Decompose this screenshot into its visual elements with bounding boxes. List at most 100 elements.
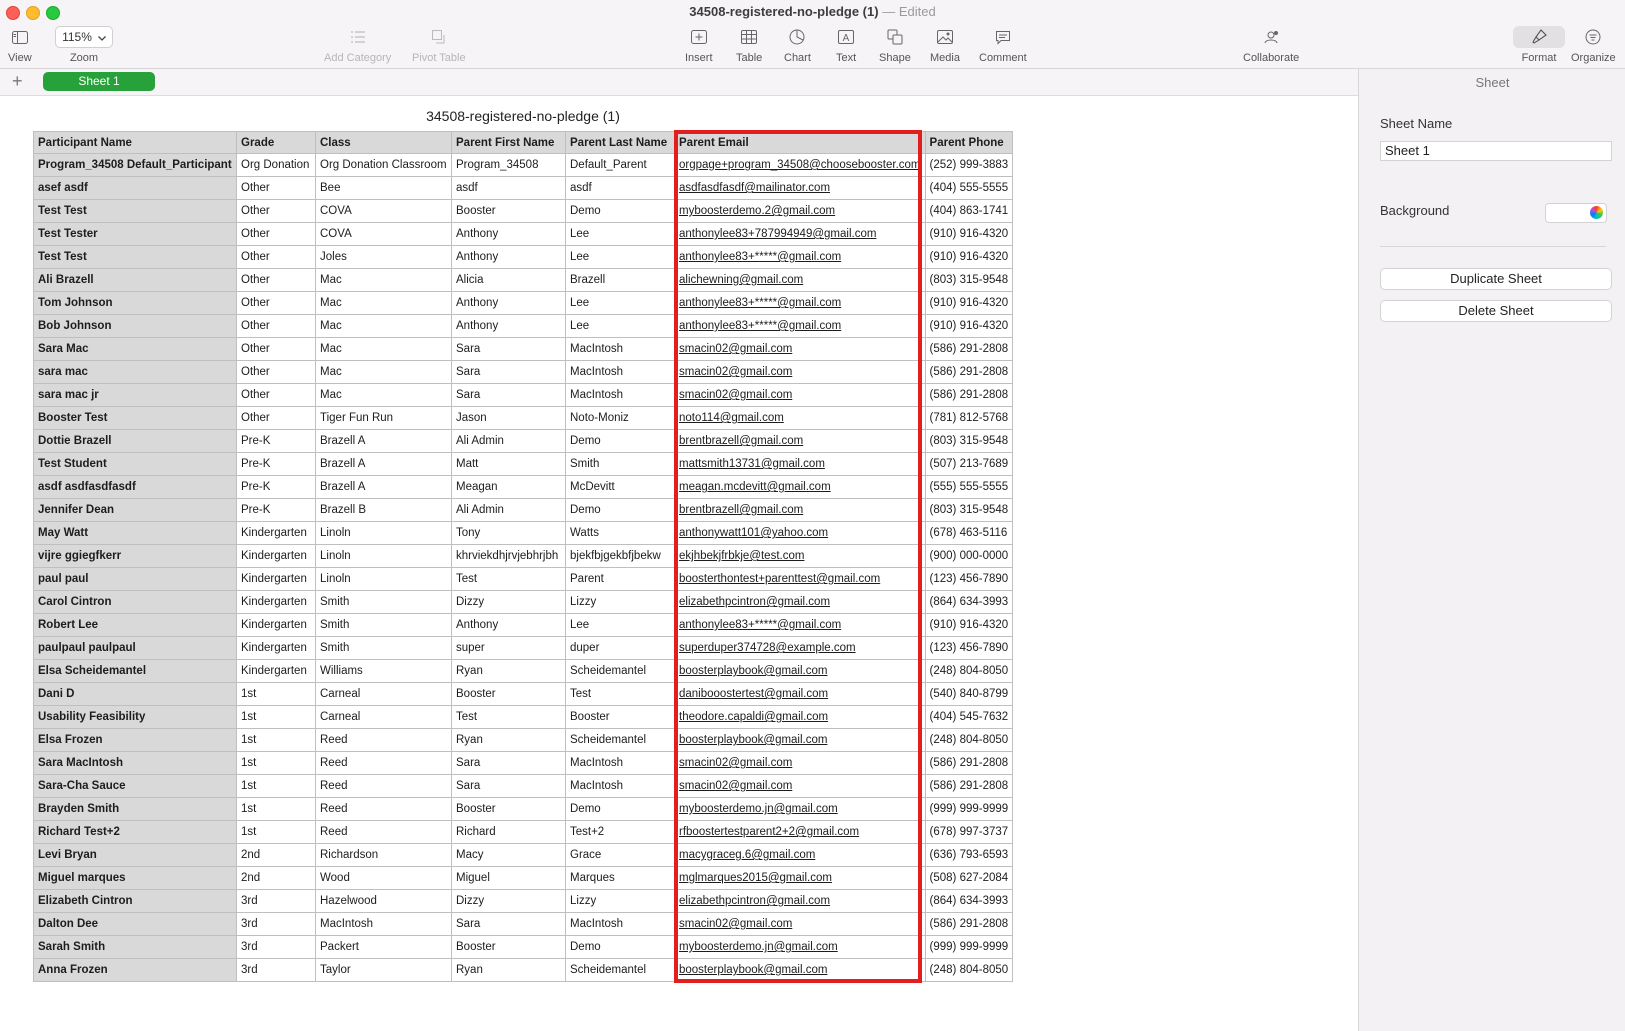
email-cell[interactable]: smacin02@gmail.com — [674, 912, 926, 936]
table-cell[interactable]: Lee — [565, 245, 675, 269]
table-cell[interactable]: Carneal — [315, 682, 452, 706]
table-cell[interactable]: Dizzy — [451, 889, 566, 913]
table-cell[interactable]: 1st — [236, 682, 316, 706]
column-header[interactable]: Parent First Name — [451, 131, 566, 154]
table-cell[interactable]: Macy — [451, 843, 566, 867]
table-button[interactable]: Table — [736, 26, 762, 64]
comment-button[interactable]: Comment — [979, 26, 1027, 64]
email-cell[interactable]: boosterplaybook@gmail.com — [674, 659, 926, 683]
table-cell[interactable]: Booster — [451, 682, 566, 706]
table-cell[interactable]: 1st — [236, 774, 316, 798]
row-header-cell[interactable]: Bob Johnson — [33, 314, 237, 338]
email-cell[interactable]: theodore.capaldi@gmail.com — [674, 705, 926, 729]
table-cell[interactable]: Kindergarten — [236, 567, 316, 591]
table-cell[interactable]: (864) 634-3993 — [924, 889, 1014, 913]
table-cell[interactable]: Ryan — [451, 728, 566, 752]
table-cell[interactable]: Mac — [315, 314, 452, 338]
table-cell[interactable]: Reed — [315, 820, 452, 844]
table-cell[interactable]: Demo — [565, 498, 675, 522]
row-header-cell[interactable]: Sara Mac — [33, 337, 237, 361]
row-header-cell[interactable]: Brayden Smith — [33, 797, 237, 821]
row-header-cell[interactable]: Test Tester — [33, 222, 237, 246]
table-cell[interactable]: Mac — [315, 337, 452, 361]
table-cell[interactable]: (910) 916-4320 — [924, 291, 1014, 315]
table-cell[interactable]: Smith — [315, 613, 452, 637]
email-cell[interactable]: elizabethpcintron@gmail.com — [674, 889, 926, 913]
text-button[interactable]: A Text — [836, 26, 856, 64]
email-cell[interactable]: smacin02@gmail.com — [674, 751, 926, 775]
organize-button[interactable]: Organize — [1571, 26, 1616, 64]
email-cell[interactable]: boosterplaybook@gmail.com — [674, 728, 926, 752]
table-cell[interactable]: Brazell A — [315, 475, 452, 499]
table-cell[interactable]: Anthony — [451, 245, 566, 269]
table-cell[interactable]: Booster — [451, 199, 566, 223]
table-cell[interactable]: bjekfbjgekbfjbekw — [565, 544, 675, 568]
table-cell[interactable]: Demo — [565, 429, 675, 453]
table-cell[interactable]: 3rd — [236, 889, 316, 913]
row-header-cell[interactable]: Levi Bryan — [33, 843, 237, 867]
table-cell[interactable]: Scheidemantel — [565, 728, 675, 752]
row-header-cell[interactable]: asdf asdfasdfasdf — [33, 475, 237, 499]
table-cell[interactable]: Test — [451, 567, 566, 591]
shape-button[interactable]: Shape — [879, 26, 911, 64]
table-cell[interactable]: Ali Admin — [451, 498, 566, 522]
table-cell[interactable]: (678) 997-3737 — [924, 820, 1014, 844]
table-cell[interactable]: Demo — [565, 797, 675, 821]
table-cell[interactable]: Booster — [451, 935, 566, 959]
table-cell[interactable]: Reed — [315, 797, 452, 821]
table-cell[interactable]: Richardson — [315, 843, 452, 867]
table-cell[interactable]: Anthony — [451, 222, 566, 246]
email-cell[interactable]: smacin02@gmail.com — [674, 383, 926, 407]
table-cell[interactable]: Other — [236, 268, 316, 292]
email-cell[interactable]: mattsmith13731@gmail.com — [674, 452, 926, 476]
table-cell[interactable]: Alicia — [451, 268, 566, 292]
table-cell[interactable]: (586) 291-2808 — [924, 912, 1014, 936]
table-cell[interactable]: Carneal — [315, 705, 452, 729]
table-cell[interactable]: Meagan — [451, 475, 566, 499]
table-cell[interactable]: (910) 916-4320 — [924, 222, 1014, 246]
row-header-cell[interactable]: Dalton Dee — [33, 912, 237, 936]
email-cell[interactable]: danibooostertest@gmail.com — [674, 682, 926, 706]
table-cell[interactable]: Sara — [451, 337, 566, 361]
table-cell[interactable]: Mac — [315, 268, 452, 292]
table-cell[interactable]: (636) 793-6593 — [924, 843, 1014, 867]
zoom-dropdown[interactable]: 115% — [55, 26, 113, 48]
table-cell[interactable]: (248) 804-8050 — [924, 958, 1014, 982]
table-cell[interactable]: (803) 315-9548 — [924, 498, 1014, 522]
table-cell[interactable]: MacIntosh — [565, 337, 675, 361]
table-cell[interactable]: Grace — [565, 843, 675, 867]
table-cell[interactable]: (900) 000-0000 — [924, 544, 1014, 568]
row-header-cell[interactable]: asef asdf — [33, 176, 237, 200]
table-cell[interactable]: Mac — [315, 383, 452, 407]
table-cell[interactable]: Booster — [565, 705, 675, 729]
row-header-cell[interactable]: Usability Feasibility — [33, 705, 237, 729]
email-cell[interactable]: smacin02@gmail.com — [674, 774, 926, 798]
row-header-cell[interactable]: Jennifer Dean — [33, 498, 237, 522]
data-table[interactable]: Participant Name Grade Class Parent First N… — [33, 131, 1014, 982]
sheet-name-field[interactable]: Sheet 1 — [1380, 141, 1612, 161]
table-cell[interactable]: Pre-K — [236, 498, 316, 522]
table-cell[interactable]: (404) 863-1741 — [924, 199, 1014, 223]
table-cell[interactable]: 1st — [236, 728, 316, 752]
table-cell[interactable]: Pre-K — [236, 475, 316, 499]
row-header-cell[interactable]: vijre ggiegfkerr — [33, 544, 237, 568]
table-cell[interactable]: (586) 291-2808 — [924, 360, 1014, 384]
column-header[interactable]: Parent Last Name — [565, 131, 675, 154]
row-header-cell[interactable]: Test Test — [33, 245, 237, 269]
table-cell[interactable]: (555) 555-5555 — [924, 475, 1014, 499]
table-cell[interactable]: Pre-K — [236, 452, 316, 476]
background-color-well[interactable] — [1545, 203, 1607, 223]
row-header-cell[interactable]: paulpaul paulpaul — [33, 636, 237, 660]
row-header-cell[interactable]: Ali Brazell — [33, 268, 237, 292]
table-cell[interactable]: Ryan — [451, 958, 566, 982]
row-header-cell[interactable]: May Watt — [33, 521, 237, 545]
table-cell[interactable]: COVA — [315, 199, 452, 223]
table-cell[interactable]: Test+2 — [565, 820, 675, 844]
table-cell[interactable]: (404) 555-5555 — [924, 176, 1014, 200]
table-cell[interactable]: (507) 213-7689 — [924, 452, 1014, 476]
table-cell[interactable]: Anthony — [451, 291, 566, 315]
table-cell[interactable]: Lee — [565, 314, 675, 338]
table-cell[interactable]: McDevitt — [565, 475, 675, 499]
email-cell[interactable]: smacin02@gmail.com — [674, 360, 926, 384]
table-cell[interactable]: Other — [236, 337, 316, 361]
